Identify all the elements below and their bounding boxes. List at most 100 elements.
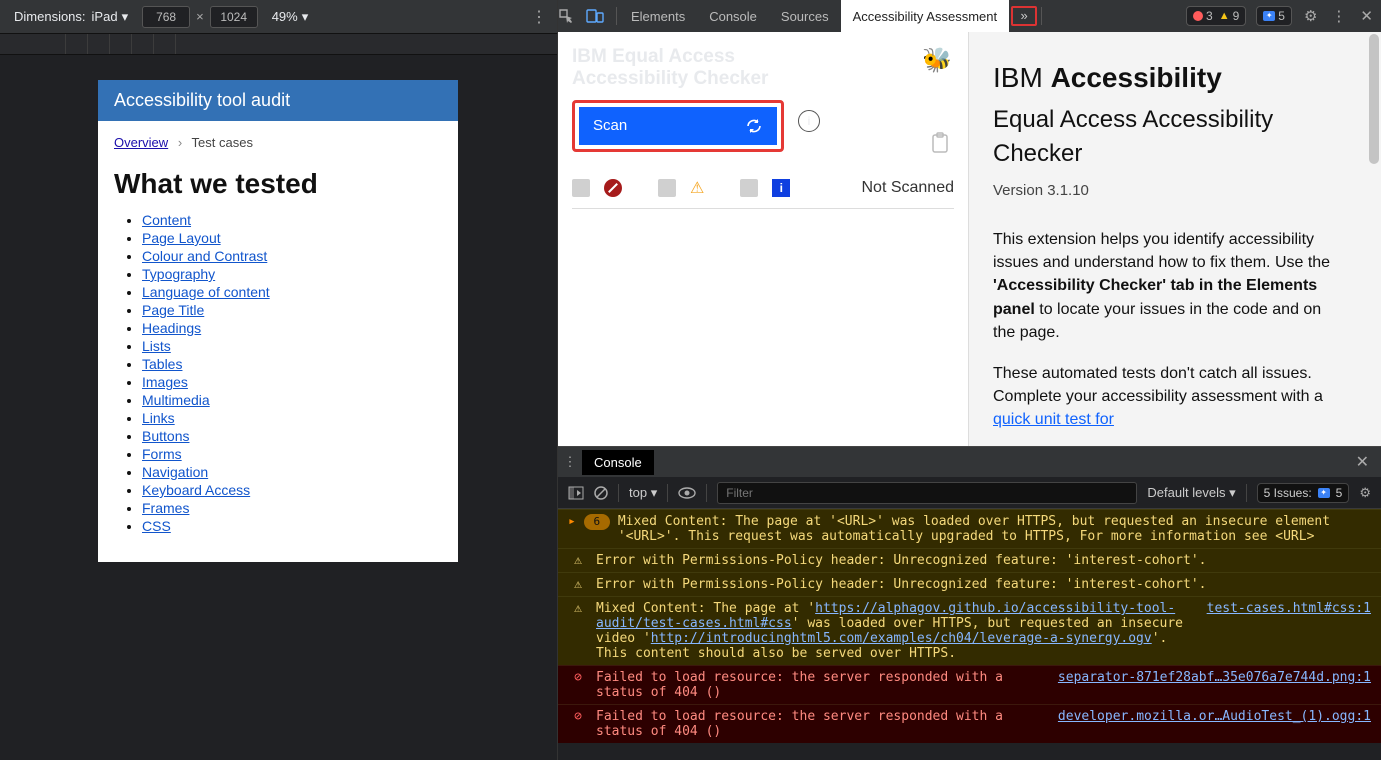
kebab-menu-icon[interactable]: ⋮ — [1329, 7, 1348, 25]
console-link[interactable]: http://introducinghtml5.com/examples/ch0… — [651, 631, 1152, 646]
log-levels-select[interactable]: Default levels ▾ — [1147, 485, 1235, 501]
toc-link[interactable]: Content — [142, 212, 191, 228]
toc-link[interactable]: Typography — [142, 266, 215, 282]
close-drawer-icon[interactable]: ✕ — [1344, 452, 1381, 472]
accessibility-panel: IBM Equal Access Accessibility Checker 🐝… — [558, 32, 1381, 446]
device-toggle-icon[interactable] — [586, 8, 614, 24]
toc-link[interactable]: Keyboard Access — [142, 482, 250, 498]
toc-link[interactable]: Frames — [142, 500, 189, 516]
filter-row: ⚠ i Not Scanned — [572, 160, 954, 209]
tab-accessibility-assessment[interactable]: Accessibility Assessment — [841, 0, 1010, 32]
console-message: Mixed Content: The page at 'https://alph… — [596, 601, 1187, 661]
toc-item: Tables — [142, 356, 442, 372]
devtools: Elements Console Sources Accessibility A… — [557, 0, 1381, 760]
tab-sources[interactable]: Sources — [769, 0, 841, 32]
issue-counter[interactable]: 3 ▲9 — [1186, 6, 1246, 26]
page-title: What we tested — [98, 154, 458, 210]
drawer-menu-icon[interactable]: ⋮ — [558, 454, 582, 470]
toc-link[interactable]: Links — [142, 410, 175, 426]
source-link[interactable]: separator-871ef28abf…35e076a7e744d.png:1 — [1046, 670, 1371, 700]
console-row[interactable]: ▸6Mixed Content: The page at '<URL>' was… — [558, 509, 1381, 548]
console-row[interactable]: ⊘Failed to load resource: the server res… — [558, 704, 1381, 743]
toc-link[interactable]: CSS — [142, 518, 171, 534]
vertical-scrollbar[interactable] — [1367, 32, 1381, 446]
needs-review-icon: ⚠ — [690, 178, 704, 198]
issues-button[interactable]: 5 Issues: ✦ 5 — [1257, 483, 1350, 503]
source-link[interactable]: developer.mozilla.or…AudioTest_(1).ogg:1 — [1046, 709, 1371, 739]
close-devtools-icon[interactable]: ✕ — [1358, 7, 1375, 25]
error-dot-icon — [1193, 11, 1203, 21]
toc-link[interactable]: Headings — [142, 320, 201, 336]
expand-icon[interactable]: ▸ — [568, 514, 576, 544]
live-expression-icon[interactable] — [678, 487, 696, 499]
console-settings-icon[interactable]: ⚙ — [1359, 485, 1371, 501]
scan-status: Not Scanned — [861, 179, 954, 197]
checker-title: IBM Equal Access Accessibility Checker — [572, 46, 954, 90]
chevron-right-icon: › — [178, 135, 182, 150]
intro-p2: These automated tests don't catch all is… — [993, 362, 1333, 432]
console-output[interactable]: ▸6Mixed Content: The page at '<URL>' was… — [558, 509, 1381, 760]
toc-item: Keyboard Access — [142, 482, 442, 498]
more-options-icon[interactable]: ⋮ — [531, 7, 547, 27]
toc-link[interactable]: Lists — [142, 338, 171, 354]
toc-link[interactable]: Images — [142, 374, 188, 390]
more-tabs-icon[interactable]: » — [1011, 6, 1037, 26]
toc-item: Page Layout — [142, 230, 442, 246]
clear-console-icon[interactable] — [594, 486, 608, 500]
toc-link[interactable]: Colour and Contrast — [142, 248, 267, 264]
toc-item: Images — [142, 374, 442, 390]
console-row[interactable]: ⚠Error with Permissions-Policy header: U… — [558, 548, 1381, 572]
message-counter[interactable]: ✦5 — [1256, 6, 1292, 26]
scan-highlight: Scan — [572, 100, 784, 152]
message-count: 5 — [1278, 9, 1285, 23]
toc-link[interactable]: Language of content — [142, 284, 270, 300]
drawer-tab-console[interactable]: Console — [582, 450, 654, 475]
toc-link[interactable]: Navigation — [142, 464, 208, 480]
responsive-ruler[interactable] — [0, 33, 557, 55]
preview-stage: Accessibility tool audit Overview › Test… — [0, 55, 557, 760]
error-icon: ⊘ — [568, 670, 588, 700]
toc-item: Language of content — [142, 284, 442, 300]
toc-link[interactable]: Tables — [142, 356, 182, 372]
info-icon[interactable]: i — [798, 110, 820, 132]
toc-link[interactable]: Multimedia — [142, 392, 210, 408]
checkbox-violation[interactable] — [572, 179, 590, 197]
inspect-icon[interactable] — [558, 8, 586, 24]
height-input[interactable] — [210, 6, 258, 28]
context-select[interactable]: top ▾ — [629, 485, 657, 501]
tab-elements[interactable]: Elements — [619, 0, 697, 32]
filter-input[interactable] — [717, 482, 1137, 504]
console-row[interactable]: ⚠Error with Permissions-Policy header: U… — [558, 572, 1381, 596]
toc-item: Headings — [142, 320, 442, 336]
width-input[interactable] — [142, 6, 190, 28]
warning-icon: ⚠ — [568, 601, 588, 661]
quick-unit-test-link[interactable]: quick unit test for — [993, 411, 1114, 428]
scan-button[interactable]: Scan — [579, 107, 777, 145]
console-row[interactable]: ⊘Failed to load resource: the server res… — [558, 665, 1381, 704]
console-message: Mixed Content: The page at '<URL>' was l… — [618, 514, 1371, 544]
gear-icon[interactable]: ⚙ — [1302, 7, 1319, 25]
chevron-down-icon: ▾ — [1229, 485, 1236, 500]
error-count: 3 — [1206, 9, 1213, 23]
report-icon[interactable] — [930, 132, 950, 154]
refresh-icon — [745, 117, 763, 135]
console-link[interactable]: https://alphagov.github.io/accessibility… — [596, 601, 1175, 631]
sidebar-toggle-icon[interactable] — [568, 486, 584, 500]
checkbox-recommend[interactable] — [740, 179, 758, 197]
console-row[interactable]: ⚠Mixed Content: The page at 'https://alp… — [558, 596, 1381, 665]
toc-link[interactable]: Buttons — [142, 428, 189, 444]
zoom-select[interactable]: 49% ▾ — [272, 9, 309, 25]
checker-intro: IBM Accessibility Equal Access Accessibi… — [969, 32, 1381, 446]
issues-label: 5 Issues: — [1264, 486, 1312, 500]
tab-console[interactable]: Console — [697, 0, 769, 32]
toc-link[interactable]: Page Layout — [142, 230, 221, 246]
toc-link[interactable]: Page Title — [142, 302, 204, 318]
rendered-page[interactable]: Accessibility tool audit Overview › Test… — [98, 80, 458, 562]
breadcrumb-link[interactable]: Overview — [114, 135, 168, 150]
checkbox-review[interactable] — [658, 179, 676, 197]
toc-link[interactable]: Forms — [142, 446, 182, 462]
drawer-tabstrip: ⋮ Console ✕ — [558, 447, 1381, 477]
source-link[interactable]: test-cases.html#css:1 — [1195, 601, 1371, 661]
device-select[interactable]: iPad ▾ — [92, 9, 129, 25]
devtools-tabstrip: Elements Console Sources Accessibility A… — [558, 0, 1381, 32]
